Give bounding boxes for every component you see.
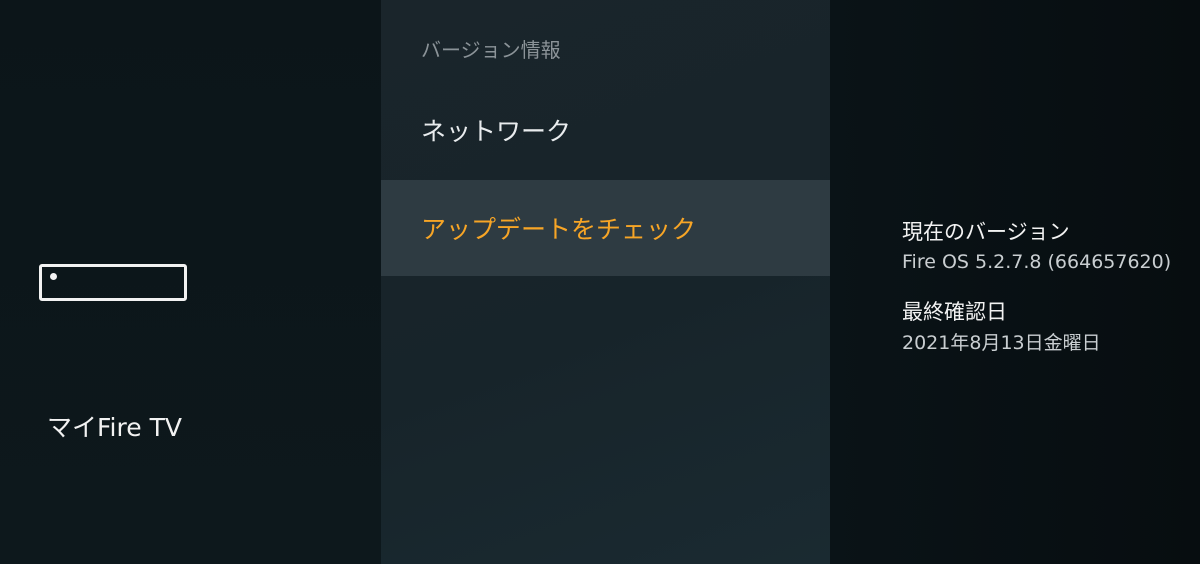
menu-item-version-info[interactable]: バージョン情報 xyxy=(381,34,830,74)
last-checked-value: 2021年8月13日金曜日 xyxy=(902,332,1101,354)
menu-item-network[interactable]: ネットワーク xyxy=(381,112,830,152)
fire-tv-device-icon xyxy=(39,264,187,301)
details-panel: 現在のバージョン Fire OS 5.2.7.8 (664657620) 最終確… xyxy=(830,0,1200,564)
last-checked-label: 最終確認日 xyxy=(902,300,1007,324)
current-version-value: Fire OS 5.2.7.8 (664657620) xyxy=(902,251,1172,273)
device-led-icon xyxy=(50,273,57,280)
menu-item-check-updates[interactable]: アップデートをチェック xyxy=(381,180,830,276)
fire-tv-settings-screen: マイFire TV バージョン情報 ネットワーク アップデートをチェック 現在の… xyxy=(0,0,1200,564)
current-version-label: 現在のバージョン xyxy=(902,220,1070,244)
device-title: マイFire TV xyxy=(47,413,182,442)
settings-menu: バージョン情報 ネットワーク アップデートをチェック xyxy=(381,0,830,564)
left-panel: マイFire TV xyxy=(0,0,381,564)
